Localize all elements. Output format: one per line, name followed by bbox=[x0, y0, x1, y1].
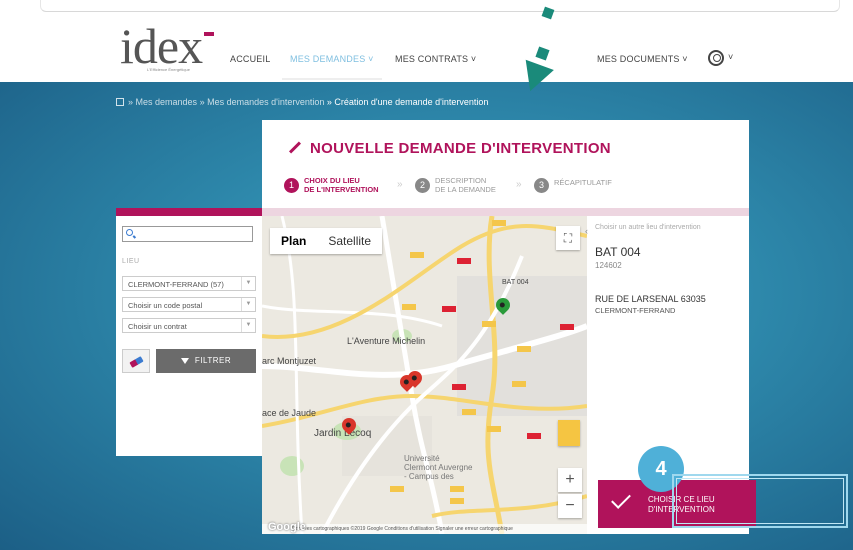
page-title-text: NOUVELLE DEMANDE D'INTERVENTION bbox=[310, 140, 611, 157]
building-address: RUE DE LARSENAL 63035 CLERMONT-FERRAND bbox=[595, 294, 706, 316]
step-number: 1 bbox=[284, 178, 299, 193]
road-label-d2089 bbox=[450, 498, 464, 504]
road-label-n89 bbox=[452, 384, 466, 390]
breadcrumb-current: » Création d'une demande d'intervention bbox=[326, 97, 489, 107]
address-line2: CLERMONT-FERRAND bbox=[595, 306, 676, 315]
address-line1: RUE DE LARSENAL 63035 bbox=[595, 294, 706, 304]
filter-panel-accent bbox=[116, 208, 262, 216]
idex-logo[interactable]: idex bbox=[120, 21, 215, 71]
road-label-d766 bbox=[462, 409, 476, 415]
lieu-label: LIEU bbox=[122, 258, 140, 265]
pencil-icon bbox=[288, 141, 302, 154]
road-label-d771 bbox=[487, 426, 501, 432]
step-separator: » bbox=[397, 179, 403, 190]
filter-panel: LIEU CLERMONT-FERRAND (57) ▼ Choisir un c… bbox=[116, 208, 262, 456]
filter-button[interactable]: FILTRER bbox=[156, 349, 256, 373]
zoom-in-button[interactable]: + bbox=[558, 468, 582, 492]
postal-code-select[interactable]: Choisir un code postal ▼ bbox=[122, 297, 256, 312]
check-icon bbox=[611, 489, 631, 509]
nav-active-underline bbox=[282, 78, 382, 80]
chevron-down-icon: ▼ bbox=[241, 298, 255, 311]
user-menu-caret[interactable]: ˅ bbox=[728, 52, 733, 62]
step-label: CHOIX DU LIEU DE L'INTERVENTION bbox=[304, 176, 379, 194]
map-tab-plan[interactable]: Plan bbox=[270, 228, 317, 254]
request-card-header: NOUVELLE DEMANDE D'INTERVENTION 1 CHOIX … bbox=[262, 120, 749, 215]
step-number: 2 bbox=[415, 178, 430, 193]
map-label-place-de-jaude: ace de Jaude bbox=[262, 408, 317, 418]
road-label-d55 bbox=[402, 304, 416, 310]
chevron-down-icon: ▼ bbox=[241, 319, 255, 332]
zoom-out-button[interactable]: − bbox=[558, 494, 582, 518]
filter-button-label: FILTRER bbox=[194, 356, 232, 365]
road-label-d2103 bbox=[492, 220, 506, 226]
road-label-d765 bbox=[450, 486, 464, 492]
fullscreen-icon[interactable]: ⛶ bbox=[556, 226, 580, 250]
map-label-universite: Université Clermont Auvergne - Campus de… bbox=[404, 454, 473, 481]
map-attribution[interactable]: Données cartographiques ©2019 Google Con… bbox=[262, 524, 587, 534]
map-label-jardin-lecoq: Jardin Lecoq bbox=[314, 428, 372, 439]
browser-topbar bbox=[40, 0, 840, 12]
nav-mes-documents[interactable]: MES DOCUMENTS ˅ bbox=[597, 54, 688, 64]
logo-accent bbox=[204, 32, 215, 36]
road-label-a711 bbox=[527, 433, 541, 439]
step-label: RÉCAPITULATIF bbox=[554, 178, 612, 187]
breadcrumb-item[interactable]: » Mes demandes bbox=[128, 97, 197, 107]
building-code: 124602 bbox=[595, 261, 622, 270]
building-name: BAT 004 bbox=[595, 245, 641, 259]
breadcrumb-item[interactable]: » Mes demandes d'intervention bbox=[200, 97, 325, 107]
site-header: idex L'Efficience Énergétique ACCUEIL ME… bbox=[0, 12, 853, 82]
road-label-d942 bbox=[517, 346, 531, 352]
nav-mes-demandes[interactable]: MES DEMANDES ˅ bbox=[290, 54, 374, 64]
breadcrumb: » Mes demandes » Mes demandes d'interven… bbox=[116, 97, 488, 107]
step-label: DESCRIPTION DE LA DEMANDE bbox=[435, 176, 496, 194]
logo-tagline: L'Efficience Énergétique bbox=[147, 67, 190, 72]
road-label-d210 bbox=[482, 321, 496, 327]
map-view[interactable]: Plan Satellite ⛶ BAT 004 L'Aventure Miche… bbox=[262, 216, 587, 534]
other-place-link[interactable]: Choisir un autre lieu d'intervention bbox=[595, 224, 701, 231]
search-icon bbox=[126, 229, 133, 236]
step-number: 3 bbox=[534, 178, 549, 193]
step-separator: » bbox=[516, 179, 522, 190]
card-divider-band bbox=[262, 208, 749, 216]
map-label-parc-montjuzet: arc Montjuzet bbox=[262, 356, 317, 366]
annotation-highlight-box-inner bbox=[676, 478, 844, 524]
contract-placeholder: Choisir un contrat bbox=[128, 322, 187, 331]
chevron-down-icon: ▼ bbox=[241, 277, 255, 290]
road-label-d2100 bbox=[410, 252, 424, 258]
road-label-n89 bbox=[457, 258, 471, 264]
page-title: NOUVELLE DEMANDE D'INTERVENTION bbox=[288, 140, 611, 157]
site-select-value: CLERMONT-FERRAND (57) bbox=[128, 280, 224, 289]
street-view-pegman-icon[interactable] bbox=[558, 420, 580, 446]
home-icon[interactable] bbox=[116, 98, 124, 106]
filter-icon bbox=[180, 358, 189, 364]
clear-filters-button[interactable] bbox=[122, 349, 150, 373]
map-label-bat004: BAT 004 bbox=[502, 279, 529, 286]
map-tab-satellite[interactable]: Satellite bbox=[317, 228, 382, 254]
road-label-n89 bbox=[442, 306, 456, 312]
nav-accueil[interactable]: ACCUEIL bbox=[230, 54, 270, 64]
postal-code-placeholder: Choisir un code postal bbox=[128, 301, 203, 310]
search-input[interactable] bbox=[122, 226, 253, 242]
map-roads bbox=[262, 216, 587, 534]
contract-select[interactable]: Choisir un contrat ▼ bbox=[122, 318, 256, 333]
road-label-d771 bbox=[390, 486, 404, 492]
chevron-left-icon[interactable]: ‹ bbox=[585, 226, 588, 236]
road-label-a71 bbox=[560, 324, 574, 330]
site-select[interactable]: CLERMONT-FERRAND (57) ▼ bbox=[122, 276, 256, 291]
road-label-d769 bbox=[512, 381, 526, 387]
logo-text: idex bbox=[120, 18, 203, 74]
google-logo: Google bbox=[268, 521, 306, 533]
eraser-icon bbox=[129, 356, 144, 368]
map-type-toggle: Plan Satellite bbox=[270, 228, 383, 254]
map-label-aventure-michelin: L'Aventure Michelin bbox=[347, 336, 426, 346]
nav-mes-contrats[interactable]: MES CONTRATS ˅ bbox=[395, 54, 476, 64]
user-account-icon[interactable] bbox=[708, 50, 724, 66]
